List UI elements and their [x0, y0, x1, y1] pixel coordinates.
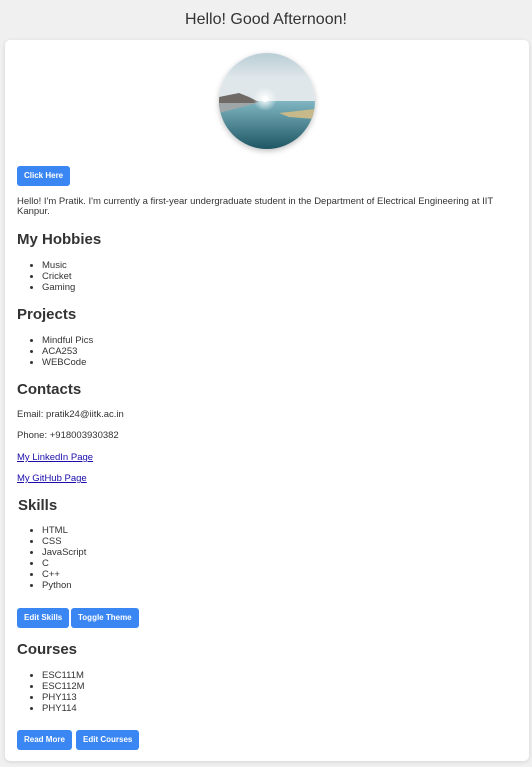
- profile-card: Click Here Hello! I'm Pratik. I'm curren…: [5, 40, 529, 761]
- hobbies-heading: My Hobbies: [17, 231, 102, 248]
- page-title: Hello! Good Afternoon!: [185, 11, 347, 28]
- avatar: [219, 53, 315, 149]
- list-item: JavaScript: [42, 547, 86, 558]
- projects-list: Mindful Pics ACA253 WEBCode: [17, 335, 93, 368]
- skills-heading: Skills: [18, 497, 58, 514]
- list-item: C++: [42, 569, 86, 580]
- list-item: WEBCode: [42, 357, 93, 368]
- list-item: C: [42, 558, 86, 569]
- contacts-heading: Contacts: [17, 381, 82, 398]
- edit-skills-button[interactable]: Edit Skills: [17, 608, 70, 628]
- list-item: Python: [42, 580, 86, 591]
- list-item: Cricket: [42, 271, 75, 282]
- linkedin-link[interactable]: My LinkedIn Page: [17, 452, 93, 463]
- list-item: ESC112M: [42, 681, 85, 692]
- intro-text: Hello! I'm Pratik. I'm currently a first…: [17, 196, 494, 217]
- list-item: HTML: [42, 525, 86, 536]
- courses-list: ESC111M ESC112M PHY113 PHY114: [17, 670, 85, 714]
- list-item: Mindful Pics: [42, 335, 93, 346]
- contact-phone: Phone: +918003930382: [17, 430, 119, 441]
- skills-list: HTML CSS JavaScript C C++ Python: [17, 525, 86, 591]
- read-more-button[interactable]: Read More: [17, 730, 72, 750]
- avatar-image: [219, 53, 315, 149]
- list-item: ACA253: [42, 346, 93, 357]
- list-item: CSS: [42, 536, 86, 547]
- contact-email: Email: pratik24@iitk.ac.in: [17, 409, 124, 420]
- projects-heading: Projects: [17, 306, 77, 323]
- list-item: PHY114: [42, 703, 85, 714]
- hobbies-list: Music Cricket Gaming: [17, 260, 75, 293]
- edit-courses-button[interactable]: Edit Courses: [76, 730, 140, 750]
- list-item: Gaming: [42, 282, 75, 293]
- list-item: ESC111M: [42, 670, 85, 681]
- list-item: Music: [42, 260, 75, 271]
- toggle-theme-button[interactable]: Toggle Theme: [71, 608, 139, 628]
- courses-heading: Courses: [17, 641, 78, 658]
- click-here-button[interactable]: Click Here: [17, 166, 71, 186]
- list-item: PHY113: [42, 692, 85, 703]
- github-link[interactable]: My GitHub Page: [17, 473, 87, 484]
